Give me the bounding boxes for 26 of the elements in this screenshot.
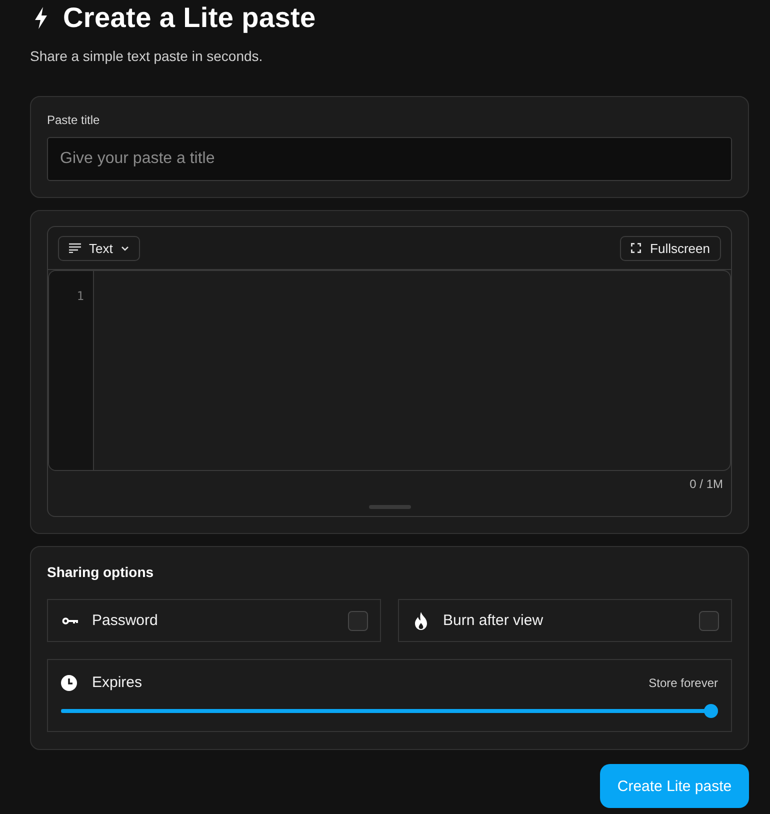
expires-label: Expires (92, 673, 142, 693)
checkbox[interactable] (699, 610, 719, 630)
expires-reading: Store forever (648, 676, 718, 690)
clock-icon (61, 675, 77, 691)
title-input[interactable]: Give your paste a title (47, 137, 732, 181)
language-dropdown[interactable]: Text (58, 236, 140, 260)
slider-thumb[interactable] (704, 704, 718, 718)
lightning-icon (34, 7, 48, 29)
fullscreen-button[interactable]: Fullscreen (620, 236, 721, 260)
page-title: Create a Lite paste (63, 1, 316, 35)
option-label: Password (92, 610, 158, 630)
option-row[interactable]: Burn after view (398, 599, 732, 642)
flame-icon (414, 612, 428, 630)
option-label: Burn after view (443, 610, 544, 630)
line-number: 1 (76, 288, 84, 304)
subtitle: Share a simple text paste in seconds. (30, 47, 264, 66)
fullscreen-icon (631, 243, 642, 253)
character-counter: 0 / 1M (690, 476, 723, 492)
lines-icon (69, 243, 81, 253)
code-editor[interactable]: 1 (48, 270, 731, 471)
field-label: Paste title (47, 112, 101, 128)
section-heading: Sharing options (47, 564, 155, 580)
key-icon (62, 616, 78, 624)
option-row[interactable]: Password (47, 599, 381, 642)
checkbox[interactable] (348, 610, 368, 630)
caret-icon (120, 246, 129, 250)
